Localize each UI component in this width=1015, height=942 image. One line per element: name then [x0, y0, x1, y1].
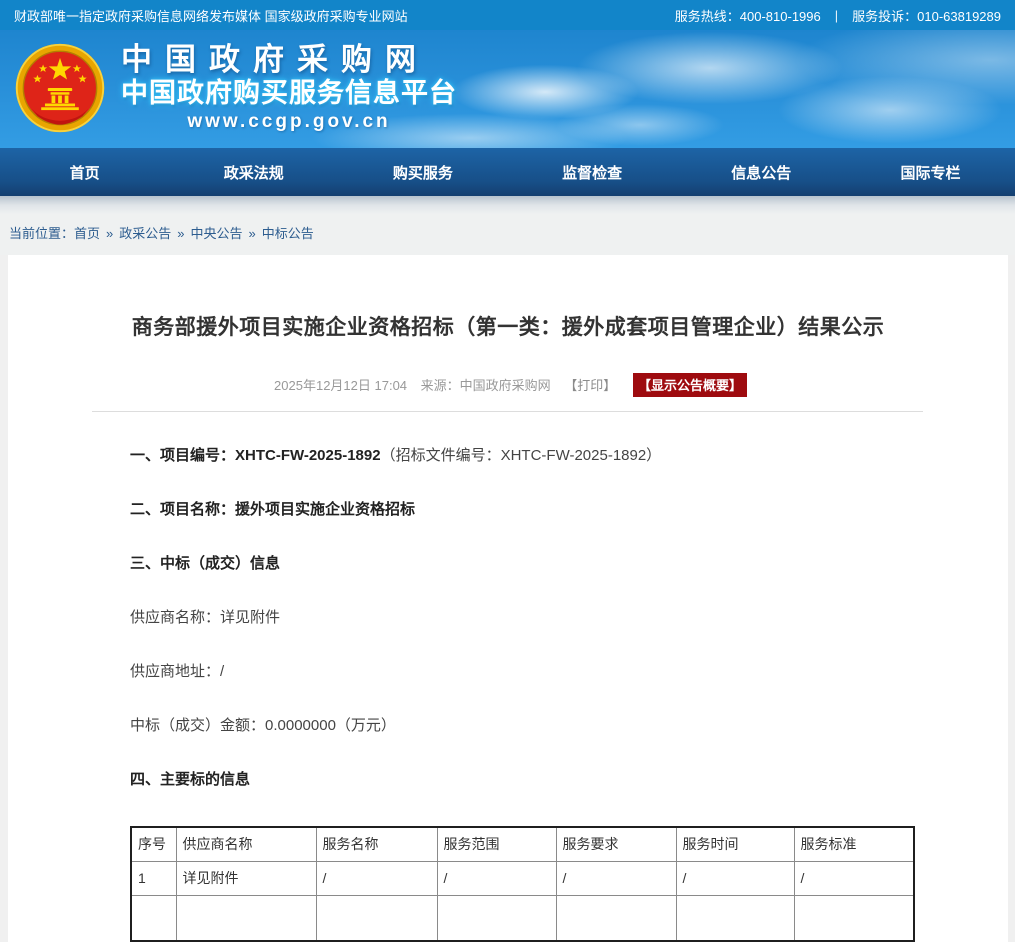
- nav-item[interactable]: 首页: [0, 148, 169, 196]
- breadcrumb-label: 当前位置：: [9, 226, 74, 241]
- nav-item[interactable]: 购买服务: [338, 148, 507, 196]
- table-body: 1 详见附件 / / / / /: [131, 861, 914, 941]
- table-header-cell: 序号: [131, 827, 176, 861]
- table-header-cell: 服务名称: [316, 827, 437, 861]
- table-header-cell: 服务标准: [794, 827, 914, 861]
- top-utility-bar: 财政部唯一指定政府采购信息网络发布媒体 国家级政府采购专业网站 服务热线：400…: [0, 0, 1015, 30]
- cell-service-requirement: [556, 895, 676, 941]
- page-title: 商务部援外项目实施企业资格招标（第一类：援外成套项目管理企业）结果公示: [8, 255, 1008, 341]
- cell-supplier: [176, 895, 316, 941]
- cell-service-name: /: [316, 861, 437, 895]
- article-paragraph: 供应商地址：/: [130, 661, 1008, 682]
- site-name: 中国政府采购网: [121, 43, 457, 77]
- table-wrap: 序号 供应商名称 服务名称 服务范围 服务要求 服务时间 服务标准: [8, 826, 1008, 942]
- article-meta: 2025年12月12日 17:04 来源：中国政府采购网 【打印】 【显示公告概…: [8, 373, 1008, 397]
- breadcrumb: 当前位置：首页»政采公告»中央公告»中标公告»: [0, 196, 1015, 255]
- table-header-cell: 服务要求: [556, 827, 676, 861]
- print-button[interactable]: 【打印】: [564, 378, 616, 393]
- scrollbar-track[interactable]: [1008, 255, 1015, 942]
- paragraph-bold-text: 三、中标（成交）信息: [130, 555, 280, 572]
- site-url: www.ccgp.gov.cn: [121, 111, 457, 133]
- service-complaint: 服务投诉：010-63819289: [852, 6, 1001, 25]
- nav-item[interactable]: 信息公告: [677, 148, 846, 196]
- article-paragraph: 中标（成交）金额：0.0000000（万元）: [130, 715, 1008, 736]
- meta-divider: [92, 411, 923, 412]
- breadcrumb-link[interactable]: 中央公告: [191, 226, 243, 241]
- site-slogan: 财政部唯一指定政府采购信息网络发布媒体 国家级政府采购专业网站: [14, 6, 408, 25]
- article-content: 一、项目编号：XHTC-FW-2025-1892（招标文件编号：XHTC-FW-…: [8, 445, 1008, 790]
- paragraph-bold-text: 一、项目编号：XHTC-FW-2025-1892: [130, 447, 381, 464]
- table-row: 1 详见附件 / / / / /: [131, 861, 914, 895]
- nav-item[interactable]: 监督检查: [508, 148, 677, 196]
- page-body: 商务部援外项目实施企业资格招标（第一类：援外成套项目管理企业）结果公示 2025…: [0, 255, 1015, 942]
- site-subtitle: 中国政府购买服务信息平台: [121, 78, 457, 109]
- breadcrumb-separator: »: [171, 226, 190, 241]
- breadcrumb-separator: »: [243, 226, 262, 241]
- article-paragraph: 二、项目名称：援外项目实施企业资格招标: [130, 499, 1008, 520]
- table-header-cell: 供应商名称: [176, 827, 316, 861]
- announcement-card: 商务部援外项目实施企业资格招标（第一类：援外成套项目管理企业）结果公示 2025…: [8, 255, 1008, 942]
- table-row: [131, 895, 914, 941]
- cell-seq: 1: [131, 861, 176, 895]
- nav-item[interactable]: 政采法规: [169, 148, 338, 196]
- table-header-cell: 服务时间: [676, 827, 794, 861]
- cell-service-scope: /: [437, 861, 556, 895]
- table-header-row: 序号 供应商名称 服务名称 服务范围 服务要求 服务时间 服务标准: [131, 827, 914, 861]
- cell-service-requirement: /: [556, 861, 676, 895]
- publish-datetime: 2025年12月12日 17:04: [274, 378, 407, 393]
- site-logo[interactable]: 中国政府采购网 中国政府购买服务信息平台 www.ccgp.gov.cn: [0, 30, 1015, 135]
- main-nav: 首页 政采法规 购买服务 监督检查 信息公告 国际专栏: [0, 148, 1015, 196]
- site-masthead: 中国政府采购网 中国政府购买服务信息平台 www.ccgp.gov.cn: [0, 30, 1015, 148]
- cell-service-standard: [794, 895, 914, 941]
- breadcrumb-link[interactable]: 中标公告: [262, 226, 314, 241]
- bid-items-table: 序号 供应商名称 服务名称 服务范围 服务要求 服务时间 服务标准: [130, 826, 915, 942]
- paragraph-regular-text: （招标文件编号：XHTC-FW-2025-1892）: [381, 447, 662, 464]
- breadcrumb-separator: »: [100, 226, 119, 241]
- show-summary-button[interactable]: 【显示公告概要】: [633, 373, 747, 397]
- cell-service-scope: [437, 895, 556, 941]
- breadcrumb-link[interactable]: 政采公告: [119, 226, 171, 241]
- breadcrumb-items: 首页»政采公告»中央公告»中标公告»: [74, 226, 314, 241]
- paragraph-regular-text: 供应商名称：详见附件: [130, 609, 280, 626]
- china-national-emblem-icon: [13, 41, 107, 135]
- paragraph-bold-text: 四、主要标的信息: [130, 771, 250, 788]
- cell-supplier: 详见附件: [176, 861, 316, 895]
- logo-text-block: 中国政府采购网 中国政府购买服务信息平台 www.ccgp.gov.cn: [121, 43, 457, 132]
- source-label: 来源：中国政府采购网: [421, 378, 551, 393]
- paragraph-bold-text: 二、项目名称：援外项目实施企业资格招标: [130, 501, 415, 518]
- article-paragraph: 供应商名称：详见附件: [130, 607, 1008, 628]
- cell-seq: [131, 895, 176, 941]
- cell-service-standard: /: [794, 861, 914, 895]
- breadcrumb-link[interactable]: 首页: [74, 226, 100, 241]
- nav-item[interactable]: 国际专栏: [846, 148, 1015, 196]
- topbar-separator: |: [831, 8, 842, 23]
- article-paragraph: 四、主要标的信息: [130, 769, 1008, 790]
- article-paragraph: 三、中标（成交）信息: [130, 553, 1008, 574]
- table-header-cell: 服务范围: [437, 827, 556, 861]
- cell-service-name: [316, 895, 437, 941]
- cell-service-time: [676, 895, 794, 941]
- paragraph-regular-text: 供应商地址：/: [130, 663, 224, 680]
- article-paragraph: 一、项目编号：XHTC-FW-2025-1892（招标文件编号：XHTC-FW-…: [130, 445, 1008, 466]
- service-hotline: 服务热线：400-810-1996: [675, 6, 821, 25]
- paragraph-regular-text: 中标（成交）金额：0.0000000（万元）: [130, 717, 396, 734]
- cell-service-time: /: [676, 861, 794, 895]
